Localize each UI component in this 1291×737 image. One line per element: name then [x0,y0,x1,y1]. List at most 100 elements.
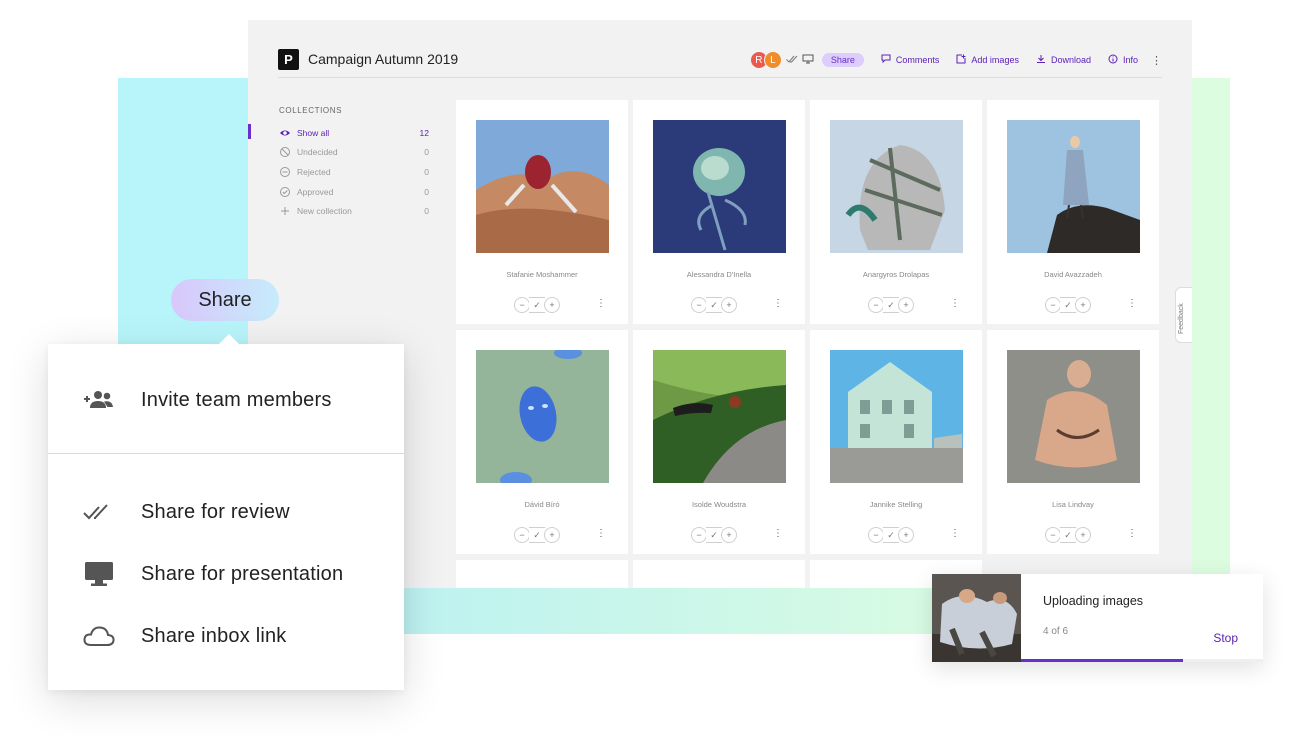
card-more-icon[interactable]: ⋮ [950,298,960,309]
image-card[interactable]: Isolde Woudstra − ✓ + ⋮ [633,330,805,554]
sidebar-item-approved[interactable]: Approved 0 [279,182,429,202]
comments-button[interactable]: Comments [881,54,940,66]
image-card[interactable]: Lisa Lindvay − ✓ + ⋮ [987,330,1159,554]
approve-button[interactable]: ✓ [706,527,722,543]
share-bubble-button[interactable]: Share [171,279,279,321]
double-check-icon[interactable] [786,54,798,67]
approve-button[interactable]: ✓ [529,527,545,543]
add-to-collection-button[interactable]: + [1075,527,1091,543]
card-more-icon[interactable]: ⋮ [950,528,960,539]
share-button[interactable]: Share [821,53,864,67]
card-actions: − ✓ + [868,297,914,313]
image-thumbnail[interactable] [1007,120,1140,253]
menu-item-label: Share for presentation [141,562,344,585]
sidebar-item-new-collection[interactable]: New collection 0 [279,201,429,221]
more-options-icon[interactable]: ⋮ [1151,54,1162,67]
image-card[interactable]: Jannike Stelling − ✓ + ⋮ [810,330,982,554]
sidebar-item-count: 0 [424,147,429,158]
card-more-icon[interactable]: ⋮ [773,528,783,539]
add-to-collection-button[interactable]: + [721,297,737,313]
add-to-collection-button[interactable]: + [898,297,914,313]
approve-button[interactable]: ✓ [1060,297,1076,313]
image-card[interactable] [633,560,805,588]
approved-icon [279,186,291,198]
menu-item-share-inbox[interactable]: Share inbox link [48,616,404,656]
download-button[interactable]: Download [1036,54,1091,67]
add-to-collection-button[interactable]: + [721,527,737,543]
info-button[interactable]: Info [1108,54,1138,67]
card-more-icon[interactable]: ⋮ [773,298,783,309]
upload-progress-bar [1021,659,1263,662]
app-logo[interactable]: P [278,49,299,70]
upload-progress-fill [1021,659,1184,662]
avatar[interactable]: L [763,51,782,69]
add-to-collection-button[interactable]: + [1075,297,1091,313]
image-card[interactable] [456,560,628,588]
app-header: P Campaign Autumn 2019 R L Share Comment… [278,48,1162,78]
approve-button[interactable]: ✓ [1060,527,1076,543]
image-thumbnail[interactable] [653,120,786,253]
cloud-icon [83,622,115,650]
toolbar: R L Share Comments Add images Download I… [749,50,1162,70]
image-card[interactable]: David Avazzadeh − ✓ + ⋮ [987,100,1159,324]
reject-button[interactable]: − [1045,527,1061,543]
card-more-icon[interactable]: ⋮ [596,298,606,309]
image-card[interactable]: Dávid Bíró − ✓ + ⋮ [456,330,628,554]
card-actions: − ✓ + [691,527,737,543]
stop-upload-button[interactable]: Stop [1213,631,1238,645]
sidebar-item-undecided[interactable]: Undecided 0 [279,143,429,163]
image-thumbnail[interactable] [1007,350,1140,483]
image-card[interactable]: Anargyros Drolapas − ✓ + ⋮ [810,100,982,324]
card-actions: − ✓ + [1045,527,1091,543]
card-more-icon[interactable]: ⋮ [1127,298,1137,309]
add-to-collection-button[interactable]: + [544,297,560,313]
add-to-collection-button[interactable]: + [544,527,560,543]
upload-count: 4 of 6 [1043,626,1069,637]
image-thumbnail[interactable] [830,120,963,253]
sidebar-item-rejected[interactable]: Rejected 0 [279,162,429,182]
reject-button[interactable]: − [868,527,884,543]
undecided-icon [279,146,291,158]
comments-label: Comments [895,55,940,65]
sidebar-item-show-all[interactable]: Show all 12 [279,123,429,143]
approve-button[interactable]: ✓ [529,297,545,313]
reject-button[interactable]: − [1045,297,1061,313]
menu-item-invite-team[interactable]: Invite team members [48,380,404,420]
reject-button[interactable]: − [868,297,884,313]
photographer-name: Stafanie Moshammer [506,270,578,279]
approve-button[interactable]: ✓ [706,297,722,313]
sidebar-item-label: Approved [297,186,334,197]
image-card[interactable]: Alessandra D'Inella − ✓ + ⋮ [633,100,805,324]
reject-button[interactable]: − [514,527,530,543]
approve-button[interactable]: ✓ [883,297,899,313]
reject-button[interactable]: − [691,297,707,313]
menu-item-share-presentation[interactable]: Share for presentation [48,554,404,594]
sidebar-item-label: Rejected [297,166,331,177]
card-more-icon[interactable]: ⋮ [1127,528,1137,539]
feedback-tab[interactable]: Feedback [1175,287,1192,343]
monitor-icon[interactable] [802,54,814,67]
image-thumbnail[interactable] [476,350,609,483]
add-to-collection-button[interactable]: + [898,527,914,543]
image-thumbnail[interactable] [476,120,609,253]
image-card[interactable]: Stafanie Moshammer − ✓ + ⋮ [456,100,628,324]
reject-button[interactable]: − [514,297,530,313]
image-thumbnail[interactable] [830,350,963,483]
card-actions: − ✓ + [1045,297,1091,313]
monitor-icon [83,560,115,588]
sidebar-item-count: 0 [424,186,429,197]
menu-item-share-review[interactable]: Share for review [48,492,404,532]
menu-item-label: Share for review [141,500,290,523]
comment-icon [881,54,891,66]
card-more-icon[interactable]: ⋮ [596,528,606,539]
invite-team-icon [83,386,115,414]
collections-heading: COLLECTIONS [279,106,343,115]
download-icon [1036,54,1046,67]
add-images-button[interactable]: Add images [956,54,1019,67]
upload-title: Uploading images [1043,594,1144,608]
card-actions: − ✓ + [514,527,560,543]
page-title: Campaign Autumn 2019 [308,51,459,67]
reject-button[interactable]: − [691,527,707,543]
approve-button[interactable]: ✓ [883,527,899,543]
image-thumbnail[interactable] [653,350,786,483]
